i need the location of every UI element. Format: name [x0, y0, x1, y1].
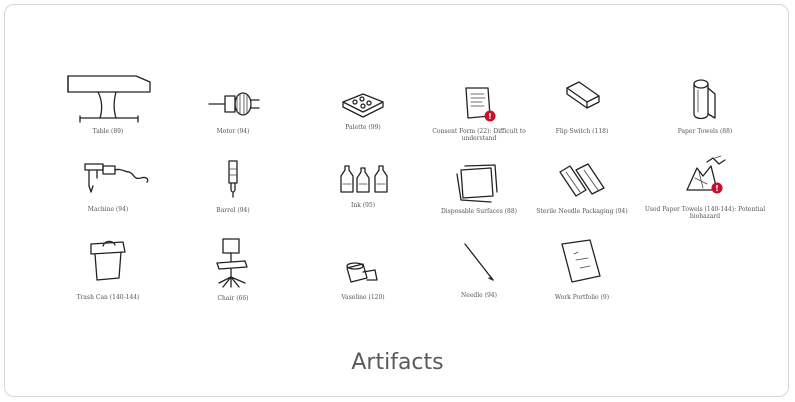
consent-form-icon: ! — [465, 87, 496, 122]
artifact-label: Barrel (94) — [216, 207, 250, 214]
svg-text:!: ! — [488, 112, 492, 121]
warning-icon: ! — [484, 110, 496, 122]
machine-icon — [84, 163, 149, 193]
artifact-label: Table (89) — [92, 128, 124, 135]
artifacts-figure: Table (89) Motor (94) Palette (99) ! Con… — [0, 0, 795, 340]
artifact-label: Vaseline (120) — [341, 294, 385, 301]
artifact-chair: Chair (66) — [168, 235, 298, 302]
work-portfolio-icon — [561, 239, 601, 283]
artifact-label: Trash Can (140-144) — [76, 294, 140, 301]
artifact-barrel: Barrel (94) — [168, 157, 298, 214]
artifact-label: Motor (94) — [216, 128, 250, 135]
used-paper-towels-icon: ! — [686, 155, 726, 194]
artifact-label: Chair (66) — [217, 295, 249, 302]
chair-icon — [216, 238, 248, 288]
artifact-paper-towels: Paper Towels (88) — [640, 76, 770, 135]
artifact-label: Work Portfolio (9) — [554, 294, 610, 301]
artifact-label: Paper Towels (88) — [677, 128, 733, 135]
flip-switch-icon — [566, 81, 600, 109]
barrel-icon — [228, 160, 238, 198]
paper-towels-icon — [693, 79, 716, 120]
disposable-surfaces-icon — [456, 164, 498, 203]
artifact-palette: Palette (99) — [298, 90, 428, 131]
artifact-flip-switch: Flip Switch (118) — [517, 78, 647, 135]
artifact-label: Disposable Surfaces (88) — [441, 208, 517, 215]
ink-icon — [340, 165, 388, 193]
palette-icon — [342, 93, 384, 118]
artifact-label: Sterile Needle Packaging (94) — [536, 208, 628, 215]
artifact-table: Table (89) — [43, 72, 173, 135]
artifact-vaseline: Vaseline (120) — [298, 254, 428, 301]
artifact-work-portfolio: Work Portfolio (9) — [517, 236, 647, 301]
artifact-label: Needle (94) — [461, 292, 497, 299]
artifact-label: Flip Switch (118) — [555, 128, 609, 135]
artifact-label: Machine (94) — [87, 206, 129, 213]
artifact-motor: Motor (94) — [168, 86, 298, 135]
artifact-sterile-needle-packaging: Sterile Needle Packaging (94) — [517, 160, 647, 215]
trash-can-icon — [90, 240, 126, 281]
motor-icon — [208, 92, 260, 116]
artifact-label: Palette (99) — [345, 124, 381, 131]
warning-icon: ! — [711, 182, 723, 194]
artifact-label: Ink (95) — [350, 202, 376, 209]
needle-icon — [464, 243, 494, 281]
artifact-used-paper-towels: ! Used Paper Towels (140-144): Potential… — [640, 154, 770, 220]
artifact-trash-can: Trash Can (140-144) — [43, 236, 173, 301]
artifact-ink: Ink (95) — [298, 162, 428, 209]
svg-text:!: ! — [715, 184, 719, 193]
artifact-label: Used Paper Towels (140-144): Potential b… — [644, 206, 766, 220]
vaseline-icon — [346, 262, 378, 283]
sterile-needle-packaging-icon — [559, 163, 605, 197]
figure-caption: Artifacts — [351, 350, 444, 375]
artifact-machine: Machine (94) — [43, 158, 173, 213]
table-icon — [67, 75, 151, 123]
